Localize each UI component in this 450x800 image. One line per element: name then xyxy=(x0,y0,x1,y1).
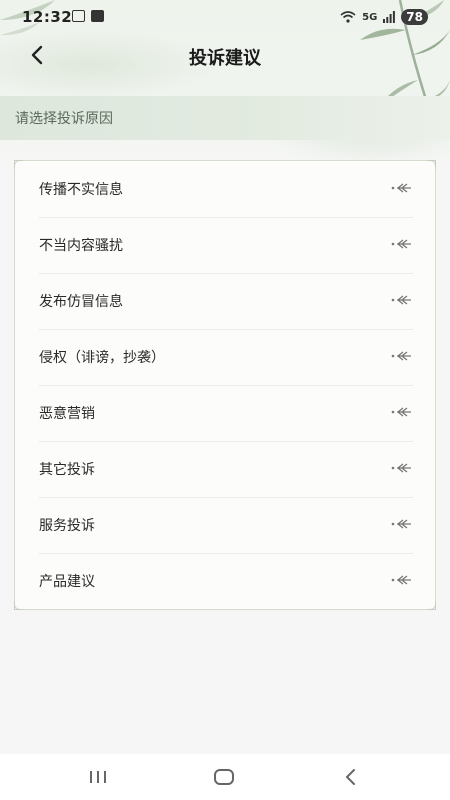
home-icon xyxy=(214,769,234,785)
list-item-reason[interactable]: 恶意营销 xyxy=(39,385,413,442)
status-bar: 12:32 5G 78 xyxy=(0,0,450,34)
app-header: 投诉建议 xyxy=(0,34,450,78)
home-button[interactable] xyxy=(209,764,239,790)
arrow-right-icon xyxy=(391,519,411,529)
list-item-reason[interactable]: 侵权（诽谤，抄袭） xyxy=(39,329,413,386)
back-icon xyxy=(345,769,355,785)
list-item-label: 其它投诉 xyxy=(39,462,95,478)
arrow-right-icon xyxy=(391,239,411,249)
complaint-reasons-list: 传播不实信息 不当内容骚扰 发布仿冒信息 侵权（诽谤，抄袭） 恶意营销 其它投诉… xyxy=(14,160,436,610)
corner-decoration xyxy=(14,160,23,169)
arrow-right-icon xyxy=(391,351,411,361)
signal-icon xyxy=(383,11,396,23)
system-nav-bar xyxy=(0,754,450,800)
list-item-label: 恶意营销 xyxy=(39,406,95,422)
page-title: 投诉建议 xyxy=(189,48,261,69)
list-item-reason[interactable]: 发布仿冒信息 xyxy=(39,273,413,330)
list-item-reason[interactable]: 不当内容骚扰 xyxy=(39,217,413,274)
notification-icon xyxy=(91,10,104,22)
list-item-reason[interactable]: 传播不实信息 xyxy=(39,161,413,218)
battery-badge: 78 xyxy=(401,9,428,25)
list-item-label: 侵权（诽谤，抄袭） xyxy=(39,350,165,366)
arrow-right-icon xyxy=(391,183,411,193)
list-item-label: 服务投诉 xyxy=(39,518,95,534)
list-item-reason[interactable]: 产品建议 xyxy=(39,553,413,609)
corner-decoration xyxy=(14,601,23,610)
list-item-reason[interactable]: 服务投诉 xyxy=(39,497,413,554)
recent-apps-button[interactable] xyxy=(83,764,113,790)
arrow-right-icon xyxy=(391,295,411,305)
list-item-label: 不当内容骚扰 xyxy=(39,238,123,254)
signal-type: 5G xyxy=(362,11,378,23)
arrow-right-icon xyxy=(391,407,411,417)
corner-decoration xyxy=(427,601,436,610)
arrow-right-icon xyxy=(391,463,411,473)
corner-decoration xyxy=(427,160,436,169)
list-item-label: 产品建议 xyxy=(39,574,95,590)
recent-apps-icon xyxy=(90,771,106,783)
list-item-reason[interactable]: 其它投诉 xyxy=(39,441,413,498)
section-label: 请选择投诉原因 xyxy=(15,111,113,127)
list-item-label: 传播不实信息 xyxy=(39,182,123,198)
status-time: 12:32 xyxy=(22,8,73,26)
screenshot-icon xyxy=(72,10,85,22)
section-header: 请选择投诉原因 xyxy=(0,96,450,140)
arrow-right-icon xyxy=(391,575,411,585)
wifi-icon xyxy=(340,11,356,23)
list-item-label: 发布仿冒信息 xyxy=(39,294,123,310)
system-back-button[interactable] xyxy=(335,764,365,790)
